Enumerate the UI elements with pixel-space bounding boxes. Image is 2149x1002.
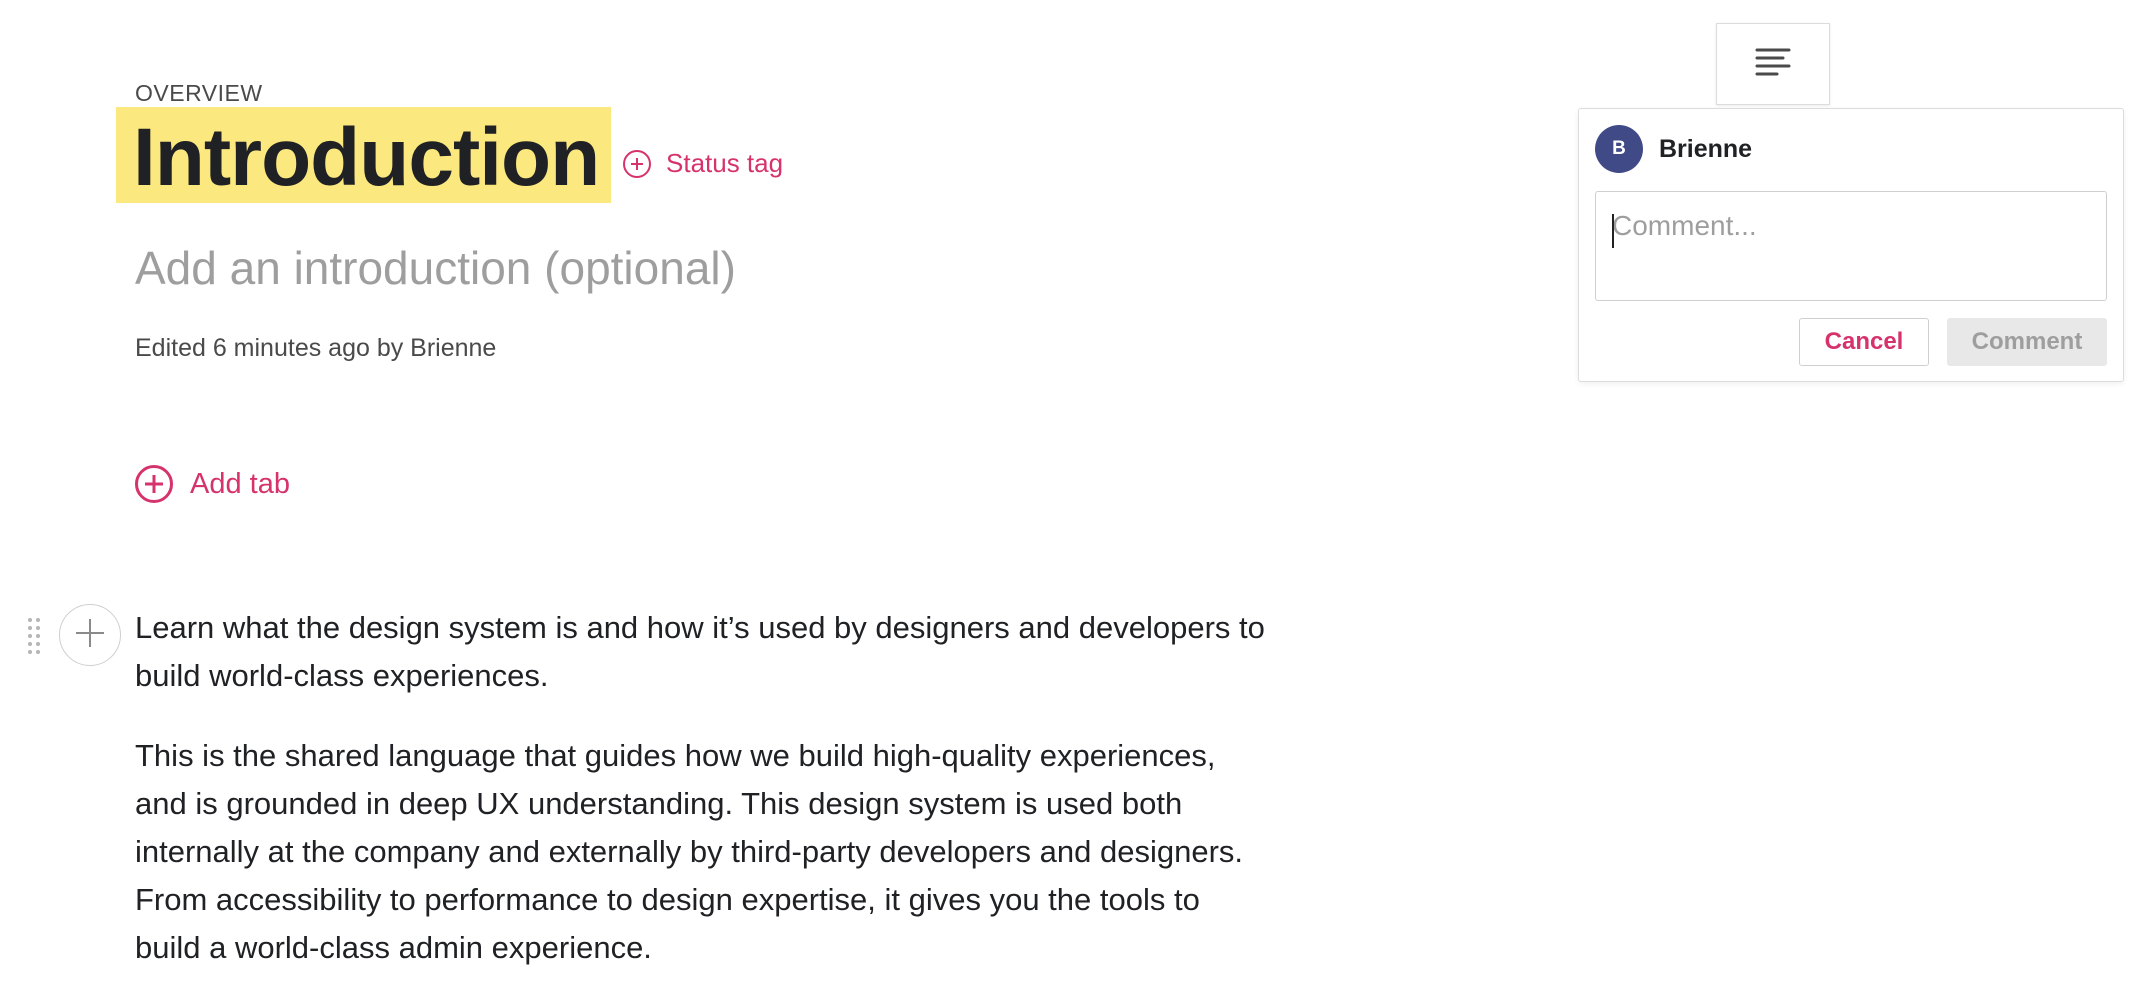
paragraph[interactable]: This is the shared language that guides … bbox=[135, 732, 1265, 972]
cancel-button[interactable]: Cancel bbox=[1799, 318, 1929, 366]
add-tab-button[interactable]: Add tab bbox=[134, 464, 290, 504]
commenter-name: Brienne bbox=[1659, 135, 1753, 163]
plus-icon bbox=[73, 616, 107, 655]
edited-meta: Edited 6 minutes ago by Brienne bbox=[135, 334, 497, 362]
add-tab-label: Add tab bbox=[190, 467, 290, 500]
paragraph[interactable]: Learn what the design system is and how … bbox=[135, 604, 1265, 700]
avatar: B bbox=[1595, 125, 1643, 173]
comment-submit-button[interactable]: Comment bbox=[1947, 318, 2107, 366]
drag-dots-icon[interactable] bbox=[27, 617, 41, 655]
plus-circle-icon bbox=[622, 149, 652, 179]
status-tag-label: Status tag bbox=[666, 148, 784, 178]
plus-circle-icon bbox=[134, 464, 174, 504]
status-tag-button[interactable]: Status tag bbox=[622, 148, 783, 179]
align-left-icon bbox=[1755, 47, 1791, 82]
introduction-input[interactable]: Add an introduction (optional) bbox=[135, 240, 736, 296]
page-eyebrow: OVERVIEW bbox=[135, 80, 263, 106]
text-caret bbox=[1612, 214, 1614, 248]
comment-input[interactable] bbox=[1595, 191, 2107, 301]
page-title[interactable]: Introduction bbox=[133, 110, 600, 206]
comment-card: B Brienne Cancel Comment bbox=[1578, 108, 2124, 382]
add-block-button[interactable] bbox=[59, 604, 121, 666]
align-button[interactable] bbox=[1716, 23, 1830, 105]
